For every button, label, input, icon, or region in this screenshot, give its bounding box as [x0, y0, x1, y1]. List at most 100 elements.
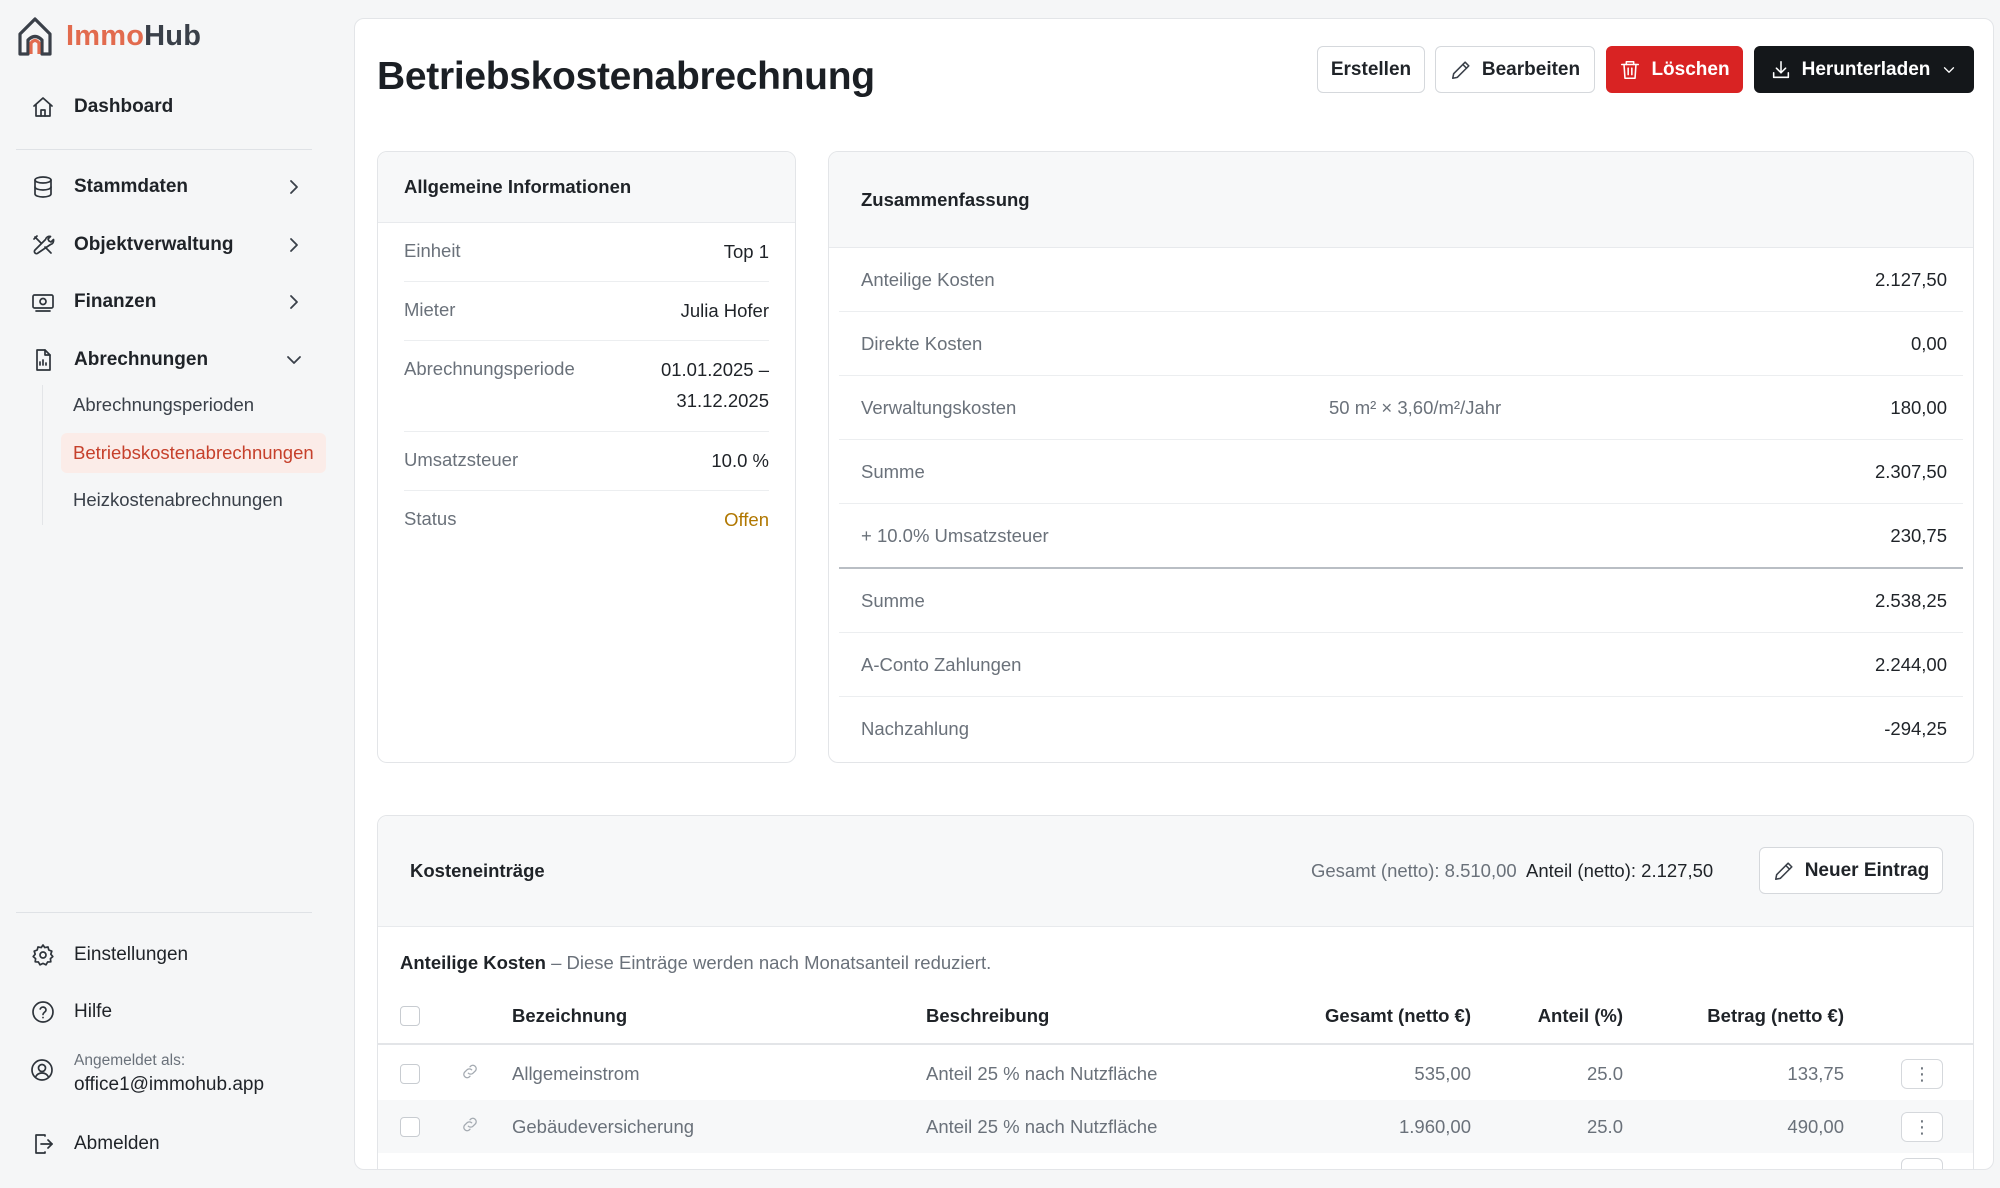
table-header: Bezeichnung Beschreibung Gesamt (netto €…: [378, 989, 1973, 1045]
column-header[interactable]: Betrag (netto €): [1707, 1005, 1844, 1027]
nav-dashboard-label: Dashboard: [74, 96, 174, 117]
logged-in-label: Angemeldet als:: [74, 1052, 186, 1069]
more-actions-button[interactable]: ⋮: [1901, 1058, 1943, 1089]
summary-label: Summe: [861, 461, 925, 482]
nav-objektverwaltung[interactable]: Objektverwaltung: [30, 225, 310, 265]
row-checkbox[interactable]: [400, 1116, 420, 1137]
delete-button[interactable]: Löschen: [1606, 46, 1743, 93]
summary-label: + 10.0% Umsatzsteuer: [861, 525, 1049, 546]
summary-label: A-Conto Zahlungen: [861, 654, 1022, 675]
column-header[interactable]: Bezeichnung: [512, 1005, 627, 1027]
download-button-label: Herunterladen: [1801, 58, 1931, 80]
nav-finanzen-label: Finanzen: [74, 291, 157, 312]
nav-abrechnungen[interactable]: Abrechnungen: [30, 340, 310, 380]
user-circle-icon: [30, 1058, 56, 1084]
summary-value: 2.307,50: [1874, 461, 1947, 482]
pencil-icon: [1451, 60, 1470, 79]
table-row[interactable]: Gebäudeversicherung Anteil 25 % nach Nut…: [378, 1100, 1973, 1153]
nav-stammdaten[interactable]: Stammdaten: [30, 167, 310, 207]
summary-card: Zusammenfassung Anteilige Kosten 2.127,5…: [828, 151, 1974, 763]
info-row-umsatzsteuer: Umsatzsteuer 10.0 %: [404, 432, 769, 491]
info-value-line2: 31.12.2025: [676, 390, 769, 411]
subnav-betriebskostenabrechnungen[interactable]: Betriebskostenabrechnungen: [61, 433, 326, 473]
info-value: Top 1: [723, 241, 769, 262]
user-email: office1@immohub.app: [74, 1074, 265, 1095]
info-label: Abrechnungsperiode: [404, 358, 575, 379]
row-share: 25.0: [1586, 1062, 1623, 1084]
status-badge: Offen: [724, 509, 769, 530]
more-actions-button[interactable]: [1901, 1158, 1943, 1169]
nav-abmelden-label: Abmelden: [74, 1133, 160, 1154]
row-total: 535,00: [1414, 1062, 1471, 1084]
table-row[interactable]: Allgemeinstrom Anteil 25 % nach Nutzfläc…: [378, 1047, 1973, 1100]
more-actions-button[interactable]: ⋮: [1901, 1111, 1943, 1142]
info-label: Umsatzsteuer: [404, 449, 519, 470]
database-icon: [30, 174, 56, 200]
brand-logo[interactable]: ImmoHub: [16, 14, 201, 58]
nav-dashboard[interactable]: Dashboard: [30, 87, 310, 127]
row-name: Gebäudeversicherung: [512, 1115, 695, 1137]
select-all-checkbox[interactable]: [400, 1006, 420, 1026]
info-row-einheit: Einheit Top 1: [404, 223, 769, 282]
subnav-abrechnungsperioden[interactable]: Abrechnungsperioden: [61, 385, 266, 425]
summary-label: Summe: [861, 590, 925, 611]
summary-label: Direkte Kosten: [861, 333, 983, 354]
logout-icon: [30, 1131, 56, 1157]
costs-share-net: Anteil (netto): 2.127,50: [1526, 860, 1714, 881]
chevron-right-icon: [284, 177, 304, 197]
general-info-card: Allgemeine Informationen Einheit Top 1 M…: [377, 151, 796, 763]
row-name: Allgemeinstrom: [512, 1062, 640, 1084]
nav-stammdaten-label: Stammdaten: [74, 176, 189, 197]
help-icon: [30, 999, 56, 1025]
chevron-down-icon: [1944, 66, 1955, 73]
nav-abmelden[interactable]: Abmelden: [30, 1124, 310, 1164]
house-logo-icon: [18, 17, 52, 56]
info-value: Julia Hofer: [680, 300, 769, 321]
pencil-icon: [1774, 861, 1793, 880]
new-entry-label: Neuer Eintrag: [1804, 859, 1930, 881]
section-title: Anteilige Kosten: [400, 952, 546, 973]
summary-row: + 10.0% Umsatzsteuer 230,75: [839, 504, 1963, 569]
row-checkbox[interactable]: [400, 1063, 420, 1084]
summary-value: 0,00: [1910, 333, 1947, 354]
nav-finanzen[interactable]: Finanzen: [30, 282, 310, 322]
info-row-abrechnungsperiode: Abrechnungsperiode 01.01.2025 – 31.12.20…: [404, 341, 769, 432]
costs-header: Kosteneinträge Gesamt (netto): 8.510,00 …: [378, 816, 1973, 927]
chevron-right-icon: [284, 235, 304, 255]
general-info-title: Allgemeine Informationen: [378, 152, 795, 223]
summary-row: Summe 2.307,50: [839, 440, 1963, 504]
row-amount: 133,75: [1787, 1062, 1844, 1084]
costs-card: Kosteneinträge Gesamt (netto): 8.510,00 …: [377, 815, 1974, 1169]
info-row-status: Status Offen: [404, 491, 769, 550]
row-description: Anteil 25 % nach Nutzfläche: [926, 1062, 1158, 1084]
costs-total-net: Gesamt (netto): 8.510,00: [1311, 860, 1517, 881]
edit-button[interactable]: Bearbeiten: [1435, 46, 1595, 93]
delete-button-label: Löschen: [1651, 58, 1730, 80]
column-header[interactable]: Beschreibung: [926, 1005, 1049, 1027]
download-button[interactable]: Herunterladen: [1754, 46, 1974, 93]
summary-value: 180,00: [1890, 397, 1947, 418]
nav-hilfe[interactable]: Hilfe: [30, 992, 310, 1032]
create-button-label: Erstellen: [1330, 58, 1412, 80]
nav-abrechnungen-label: Abrechnungen: [74, 349, 209, 370]
nav-hilfe-label: Hilfe: [74, 1001, 113, 1022]
sidebar: ImmoHub Dashboard Stammdaten Objektverwa…: [0, 0, 340, 1188]
nav-einstellungen[interactable]: Einstellungen: [30, 935, 310, 975]
summary-row: Verwaltungskosten 50 m² × 3,60/m²/Jahr 1…: [839, 376, 1963, 440]
subnav-heizkostenabrechnungen[interactable]: Heizkostenabrechnungen: [61, 480, 295, 520]
new-entry-button[interactable]: Neuer Eintrag: [1759, 847, 1943, 894]
row-share: 25.0: [1586, 1115, 1623, 1137]
column-header[interactable]: Anteil (%): [1538, 1005, 1623, 1027]
page-title: Betriebskostenabrechnung: [377, 55, 875, 98]
create-button[interactable]: Erstellen: [1317, 46, 1425, 93]
summary-value: -294,25: [1884, 718, 1947, 739]
column-header[interactable]: Gesamt (netto €): [1325, 1005, 1471, 1027]
gear-icon: [30, 942, 56, 968]
chevron-down-icon: [284, 350, 304, 370]
summary-row: Summe 2.538,25: [839, 569, 1963, 633]
info-row-mieter: Mieter Julia Hofer: [404, 282, 769, 341]
summary-value: 230,75: [1890, 525, 1947, 546]
row-amount: 490,00: [1787, 1115, 1844, 1137]
edit-button-label: Bearbeiten: [1481, 58, 1581, 80]
nav-objektverwaltung-label: Objektverwaltung: [74, 234, 234, 255]
